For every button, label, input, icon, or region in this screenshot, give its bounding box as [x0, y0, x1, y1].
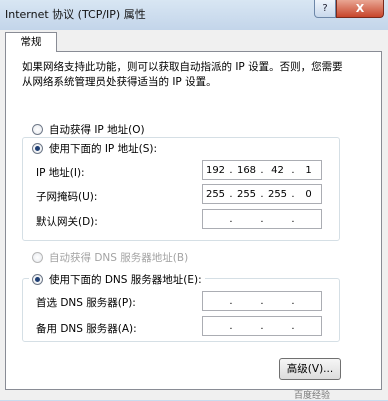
- help-button[interactable]: ?: [314, 0, 336, 18]
- alternate-dns-label: 备用 DNS 服务器(A):: [36, 323, 137, 335]
- radio-button-disabled-icon: [32, 252, 43, 263]
- preferred-dns-label: 首选 DNS 服务器(P):: [36, 297, 136, 309]
- ip-octet-4[interactable]: 1: [296, 165, 321, 176]
- radio-manual-ip[interactable]: 使用下面的 IP 地址(S):: [29, 141, 160, 156]
- default-gateway-input[interactable]: . . .: [202, 209, 322, 229]
- ip-address-input[interactable]: 192. 168. 42. 1: [202, 160, 322, 180]
- mask-octet-1[interactable]: 255: [203, 189, 228, 200]
- radio-manual-dns-label: 使用下面的 DNS 服务器地址(E):: [49, 274, 202, 286]
- default-gateway-label: 默认网关(D):: [36, 216, 98, 228]
- watermark: 百度经验: [294, 391, 331, 401]
- radio-button-icon[interactable]: [32, 124, 43, 135]
- mask-octet-2[interactable]: 255: [234, 189, 259, 200]
- subnet-mask-label: 子网掩码(U):: [36, 191, 98, 203]
- mask-octet-3[interactable]: 255: [265, 189, 290, 200]
- ip-octet-1[interactable]: 192: [203, 165, 228, 176]
- radio-button-selected-icon[interactable]: [32, 274, 43, 285]
- ip-octet-2[interactable]: 168: [234, 165, 259, 176]
- radio-auto-ip[interactable]: 自动获得 IP 地址(O): [32, 122, 145, 137]
- radio-button-selected-icon[interactable]: [32, 143, 43, 154]
- radio-auto-ip-label: 自动获得 IP 地址(O): [49, 124, 145, 136]
- alternate-dns-input[interactable]: . . .: [202, 316, 322, 336]
- description-text: 如果网络支持此功能，则可以获取自动指派的 IP 设置。否则，您需要从网络系统管理…: [22, 61, 343, 88]
- title-bar: Internet 协议 (TCP/IP) 属性 ? X: [0, 0, 388, 30]
- subnet-mask-input[interactable]: 255. 255. 255. 0: [202, 184, 322, 204]
- preferred-dns-input[interactable]: . . .: [202, 291, 322, 311]
- ip-address-label: IP 地址(I):: [36, 167, 85, 179]
- window-title: Internet 协议 (TCP/IP) 属性: [5, 8, 146, 21]
- radio-manual-dns[interactable]: 使用下面的 DNS 服务器地址(E):: [29, 272, 205, 287]
- mask-octet-4[interactable]: 0: [296, 189, 321, 200]
- advanced-button[interactable]: 高级(V)...: [279, 358, 341, 380]
- radio-auto-dns: 自动获得 DNS 服务器地址(B): [32, 250, 188, 265]
- close-button[interactable]: X: [336, 0, 384, 18]
- tab-general[interactable]: 常规: [5, 32, 57, 52]
- radio-auto-dns-label: 自动获得 DNS 服务器地址(B): [49, 252, 189, 264]
- ip-octet-3[interactable]: 42: [265, 165, 290, 176]
- radio-manual-ip-label: 使用下面的 IP 地址(S):: [49, 143, 157, 155]
